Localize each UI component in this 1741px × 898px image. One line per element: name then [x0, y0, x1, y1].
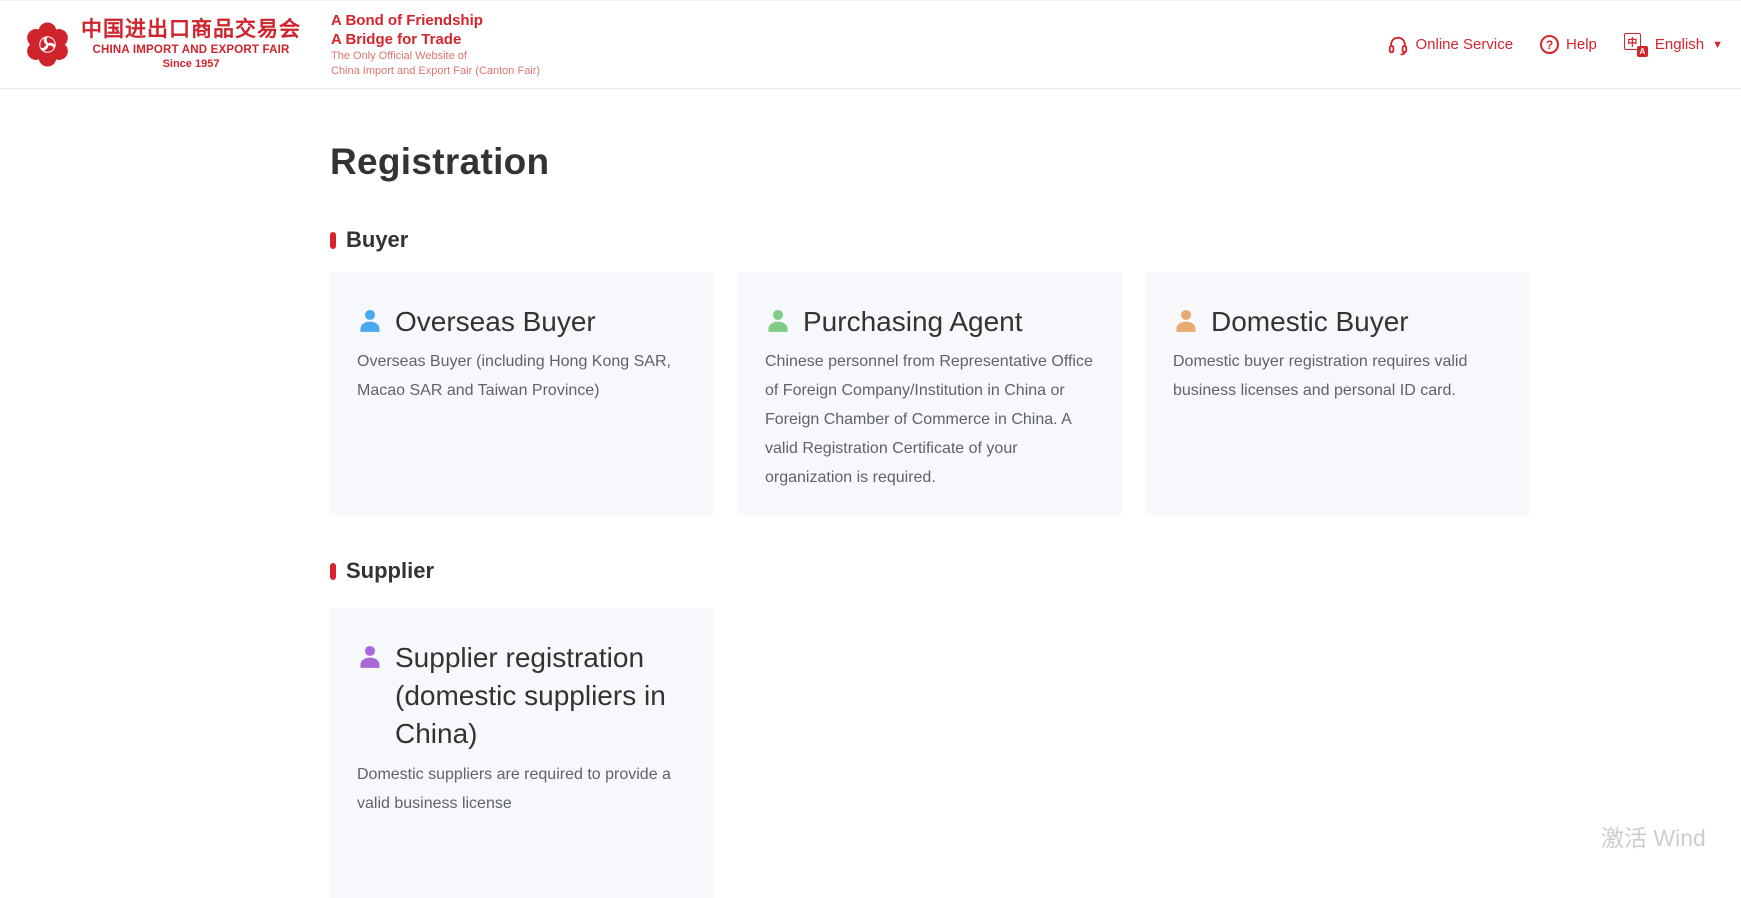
help-label: Help: [1566, 36, 1597, 53]
online-service-link[interactable]: Online Service: [1387, 34, 1514, 56]
header-nav: Online Service ? Help 中 A English ▼: [1387, 32, 1723, 57]
tagline-line1: A Bond of Friendship: [331, 11, 483, 29]
headset-icon: [1388, 36, 1407, 55]
site-header: 中国进出口商品交易会 CHINA IMPORT AND EXPORT FAIR …: [0, 0, 1741, 89]
help-icon-glyph: ?: [1545, 37, 1554, 52]
site-logo[interactable]: 中国进出口商品交易会 CHINA IMPORT AND EXPORT FAIR …: [24, 18, 301, 71]
buyer-cards-row: Overseas Buyer Overseas Buyer (including…: [330, 272, 1530, 515]
card-head: Domestic Buyer: [1173, 303, 1503, 340]
buyer-section-label: Buyer: [346, 227, 409, 252]
online-service-label: Online Service: [1415, 36, 1514, 53]
tagline-sub2: China Import and Export Fair (Canton Fai…: [331, 64, 541, 77]
canton-fair-flower-icon: [27, 22, 68, 67]
logo-text: 中国进出口商品交易会 CHINA IMPORT AND EXPORT FAIR …: [81, 18, 301, 71]
supplier-section-header: Supplier: [330, 558, 434, 584]
card-description: Chinese personnel from Representative Of…: [765, 353, 1093, 486]
chevron-down-icon: ▼: [1712, 38, 1723, 51]
logo-english-name: CHINA IMPORT AND EXPORT FAIR: [92, 44, 290, 57]
person-icon: [1176, 309, 1196, 332]
section-accent-bar: [330, 231, 336, 249]
card-title: Supplier registration (domestic supplier…: [395, 642, 666, 749]
supplier-registration-card[interactable]: Supplier registration (domestic supplier…: [330, 608, 714, 898]
logo-since: Since 1957: [162, 58, 220, 71]
card-head: Overseas Buyer: [357, 303, 687, 340]
supplier-section-label: Supplier: [346, 558, 435, 583]
person-icon: [360, 645, 380, 668]
translate-icon: 中 A: [1623, 32, 1648, 57]
card-title: Purchasing Agent: [803, 306, 1023, 337]
card-description: Domestic suppliers are required to provi…: [357, 766, 671, 812]
section-accent-bar: [330, 562, 336, 580]
buyer-section-header: Buyer: [330, 227, 408, 253]
person-icon: [360, 309, 380, 332]
site-tagline: A Bond of Friendship A Bridge for Trade …: [331, 11, 540, 79]
card-description: Overseas Buyer (including Hong Kong SAR,…: [357, 353, 671, 399]
activate-windows-watermark: 激活 Wind: [1601, 825, 1706, 851]
card-head: Supplier registration (domestic supplier…: [357, 639, 687, 753]
language-label: English: [1654, 36, 1705, 53]
supplier-cards-row: Supplier registration (domestic supplier…: [330, 608, 714, 898]
card-title: Overseas Buyer: [395, 306, 596, 337]
card-head: Purchasing Agent: [765, 303, 1095, 340]
logo-chinese-name: 中国进出口商品交易会: [81, 18, 301, 41]
language-selector[interactable]: 中 A English ▼: [1623, 32, 1723, 57]
tagline-line2: A Bridge for Trade: [331, 30, 462, 48]
overseas-buyer-card[interactable]: Overseas Buyer Overseas Buyer (including…: [330, 272, 714, 515]
person-icon: [768, 309, 788, 332]
help-icon: ?: [1540, 35, 1560, 54]
tagline-sub1: The Only Official Website of: [331, 49, 467, 62]
translate-icon-en: A: [1636, 45, 1648, 57]
help-link[interactable]: ? Help: [1540, 35, 1597, 54]
page-title: Registration: [330, 141, 550, 182]
card-description: Domestic buyer registration requires val…: [1173, 353, 1468, 399]
domestic-buyer-card[interactable]: Domestic Buyer Domestic buyer registrati…: [1146, 272, 1530, 515]
purchasing-agent-card[interactable]: Purchasing Agent Chinese personnel from …: [738, 272, 1122, 515]
card-title: Domestic Buyer: [1211, 306, 1409, 337]
